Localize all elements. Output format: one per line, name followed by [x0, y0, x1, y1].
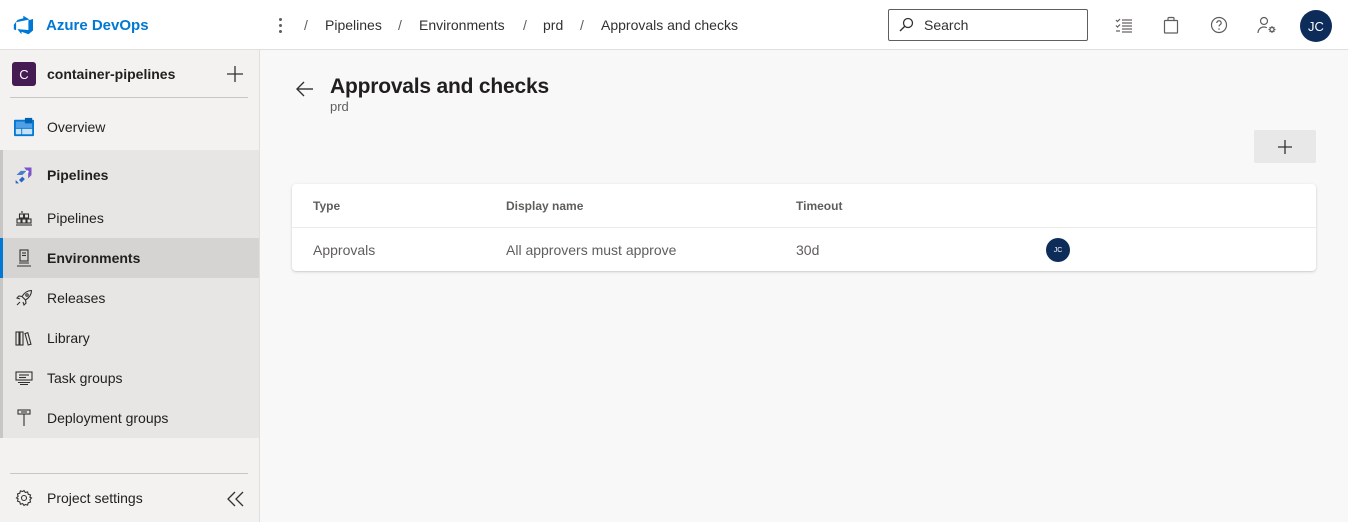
sidebar: C container-pipelines Overview Pipelines…: [0, 50, 260, 522]
cell-display-name: All approvers must approve: [506, 242, 677, 258]
page-subtitle: prd: [330, 99, 349, 114]
environments-icon: [14, 248, 34, 268]
table-row[interactable]: Approvals All approvers must approve 30d…: [292, 227, 1316, 271]
user-settings-icon[interactable]: [1257, 15, 1277, 35]
sidebar-divider: [10, 97, 248, 98]
search-input[interactable]: [924, 17, 1084, 33]
help-icon[interactable]: [1209, 15, 1229, 35]
sidebar-item-library[interactable]: Library: [0, 318, 259, 358]
overview-icon: [14, 117, 34, 137]
column-header-timeout[interactable]: Timeout: [796, 199, 842, 213]
brand-link[interactable]: Azure DevOps: [12, 14, 149, 36]
task-groups-icon: [14, 368, 34, 388]
plus-icon: [1278, 139, 1292, 154]
sidebar-item-project-settings[interactable]: Project settings: [0, 478, 259, 518]
user-avatar[interactable]: JC: [1300, 10, 1332, 42]
sidebar-item-label: Pipelines: [47, 210, 104, 226]
breadcrumb-separator: /: [398, 17, 402, 33]
work-items-list-icon[interactable]: [1114, 15, 1134, 35]
rocket-icon: [14, 288, 34, 308]
cell-type: Approvals: [313, 242, 376, 258]
page-title: Approvals and checks: [330, 75, 549, 98]
sidebar-item-deployment-groups[interactable]: Deployment groups: [0, 398, 259, 438]
gear-icon: [14, 488, 34, 508]
search-icon: [899, 17, 914, 32]
sidebar-item-pipelines[interactable]: Pipelines: [0, 198, 259, 238]
add-check-button[interactable]: [1254, 130, 1316, 163]
sidebar-item-label: Project settings: [47, 490, 143, 506]
breadcrumb-current[interactable]: Approvals and checks: [601, 17, 738, 33]
column-header-type[interactable]: Type: [313, 199, 340, 213]
sidebar-item-label: Overview: [47, 119, 106, 135]
approver-avatar: JC: [1046, 238, 1070, 262]
search-box[interactable]: [888, 9, 1088, 41]
checks-table: Type Display name Timeout Approvals All …: [292, 184, 1316, 271]
sidebar-section-label: Pipelines: [47, 167, 109, 183]
pipelines-section-icon: [14, 165, 34, 185]
collapse-sidebar-icon[interactable]: [226, 489, 246, 509]
sidebar-item-environments[interactable]: Environments: [0, 238, 259, 278]
breadcrumb-environments[interactable]: Environments: [419, 17, 505, 33]
marketplace-bag-icon[interactable]: [1161, 15, 1181, 35]
column-header-display-name[interactable]: Display name: [506, 199, 583, 213]
selected-indicator: [0, 238, 3, 278]
sidebar-item-label: Releases: [47, 290, 106, 306]
sidebar-item-task-groups[interactable]: Task groups: [0, 358, 259, 398]
sidebar-divider: [10, 473, 248, 474]
breadcrumb-separator: /: [523, 17, 527, 33]
top-bar: Azure DevOps / Pipelines / Environments …: [0, 0, 1348, 50]
cell-timeout: 30d: [796, 242, 820, 258]
breadcrumb-separator: /: [304, 17, 308, 33]
breadcrumb-pipelines[interactable]: Pipelines: [325, 17, 382, 33]
deployment-groups-icon: [14, 408, 34, 428]
project-badge: C: [12, 62, 36, 86]
sidebar-item-label: Library: [47, 330, 90, 346]
sidebar-item-label: Deployment groups: [47, 410, 169, 426]
back-arrow-icon[interactable]: [295, 79, 315, 99]
project-name[interactable]: container-pipelines: [47, 66, 175, 82]
new-item-plus-icon[interactable]: [225, 64, 245, 84]
breadcrumb-separator: /: [580, 17, 584, 33]
app-name: Azure DevOps: [46, 16, 149, 34]
azure-devops-logo-icon: [13, 15, 34, 35]
project-header[interactable]: C container-pipelines: [0, 50, 259, 98]
sidebar-item-releases[interactable]: Releases: [0, 278, 259, 318]
main-content: Approvals and checks prd Type Display na…: [260, 50, 1348, 522]
library-icon: [14, 328, 34, 348]
pipelines-icon: [14, 208, 34, 228]
more-options-icon[interactable]: [272, 14, 288, 36]
sidebar-item-overview[interactable]: Overview: [0, 107, 259, 147]
sidebar-item-label: Task groups: [47, 370, 123, 386]
sidebar-section-pipelines[interactable]: Pipelines: [0, 155, 259, 195]
breadcrumb-prd[interactable]: prd: [543, 17, 563, 33]
sidebar-item-label: Environments: [47, 250, 141, 266]
